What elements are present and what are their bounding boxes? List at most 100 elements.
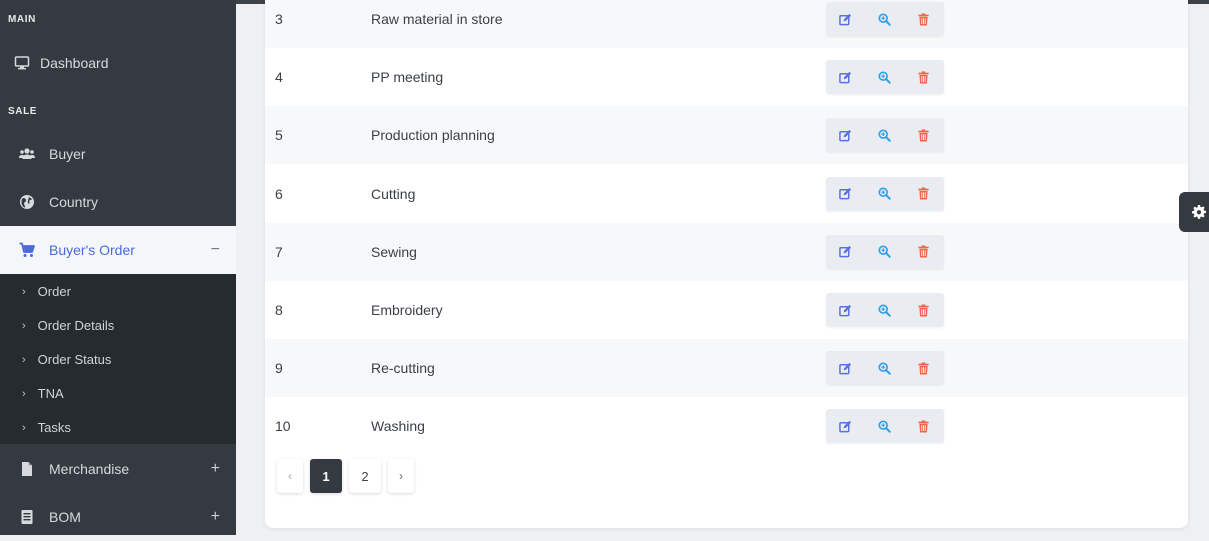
- task-name: PP meeting: [371, 69, 444, 86]
- row-actions: [826, 60, 944, 95]
- table-row: 10 Washing: [265, 397, 1188, 455]
- row-number: 7: [275, 243, 283, 260]
- table-row: 7 Sewing: [265, 222, 1188, 281]
- sidebar-item-merchandise[interactable]: Merchandise +: [0, 445, 236, 493]
- chevron-right-icon: ›: [22, 421, 26, 434]
- table-row: 3 Raw material in store: [265, 0, 1188, 48]
- view-button[interactable]: [865, 177, 904, 211]
- row-number: 10: [275, 418, 291, 435]
- zoom-in-icon: [878, 362, 891, 375]
- trash-icon: [917, 71, 930, 84]
- edit-button[interactable]: [826, 409, 865, 443]
- submenu-item-order[interactable]: › Order: [22, 284, 71, 299]
- edit-button[interactable]: [826, 60, 865, 94]
- row-number: 9: [275, 360, 283, 377]
- list-icon: [18, 508, 36, 526]
- view-button[interactable]: [865, 60, 904, 94]
- edit-icon: [839, 245, 852, 258]
- expand-icon[interactable]: +: [211, 460, 220, 478]
- delete-button[interactable]: [904, 60, 943, 94]
- row-number: 6: [275, 185, 283, 202]
- task-name: Washing: [371, 418, 425, 435]
- view-button[interactable]: [865, 118, 904, 152]
- edit-button[interactable]: [826, 293, 865, 327]
- task-table-card: 3 Raw material in store 4 PP meeting 5 Produc…: [265, 0, 1188, 528]
- delete-button[interactable]: [904, 118, 943, 152]
- sidebar-item-label: Country: [49, 194, 99, 210]
- trash-icon: [917, 12, 930, 26]
- table-row: 5 Production planning: [265, 106, 1188, 165]
- sidebar-item-buyers-order[interactable]: Buyer's Order −: [0, 226, 236, 274]
- task-name: Re-cutting: [371, 360, 435, 377]
- zoom-in-icon: [878, 187, 891, 200]
- table-row: 6 Cutting: [265, 165, 1188, 223]
- delete-button[interactable]: [904, 409, 943, 443]
- expand-icon[interactable]: +: [211, 508, 220, 526]
- delete-button[interactable]: [904, 2, 943, 36]
- trash-icon: [917, 420, 930, 433]
- row-actions: [826, 409, 944, 444]
- edit-button[interactable]: [826, 177, 865, 211]
- row-number: 8: [275, 302, 283, 318]
- task-name: Sewing: [371, 243, 417, 260]
- pagination: ‹ 1 2 ›: [277, 459, 421, 493]
- delete-button[interactable]: [904, 351, 943, 385]
- edit-button[interactable]: [826, 118, 865, 152]
- edit-icon: [839, 129, 852, 142]
- delete-button[interactable]: [904, 293, 943, 327]
- chevron-right-icon: ›: [22, 319, 26, 332]
- edit-icon: [839, 71, 852, 84]
- edit-icon: [839, 187, 852, 200]
- cart-icon: [18, 241, 36, 259]
- view-button[interactable]: [865, 293, 904, 327]
- view-button[interactable]: [865, 2, 904, 36]
- zoom-in-icon: [878, 12, 891, 26]
- edit-button[interactable]: [826, 351, 865, 385]
- sidebar-item-dashboard[interactable]: Dashboard: [0, 39, 236, 87]
- file-icon: [18, 460, 36, 478]
- submenu-item-order-details[interactable]: › Order Details: [22, 318, 114, 333]
- chevron-right-icon: ›: [22, 387, 26, 400]
- pagination-next-button[interactable]: ›: [388, 459, 414, 493]
- view-button[interactable]: [865, 351, 904, 385]
- delete-button[interactable]: [904, 177, 943, 211]
- submenu-item-order-status[interactable]: › Order Status: [22, 352, 111, 367]
- submenu-item-tasks[interactable]: › Tasks: [22, 420, 71, 435]
- submenu-item-label: TNA: [37, 386, 64, 401]
- section-main-label: MAIN: [8, 14, 36, 25]
- sidebar-item-label: Merchandise: [49, 461, 130, 477]
- sidebar-item-country[interactable]: Country: [0, 178, 236, 226]
- task-name: Raw material in store: [371, 11, 503, 27]
- submenu-item-label: Tasks: [37, 420, 71, 435]
- chevron-right-icon: ›: [22, 285, 26, 298]
- table-row: 9 Re-cutting: [265, 339, 1188, 398]
- table-row: 8 Embroidery: [265, 281, 1188, 339]
- edit-icon: [839, 13, 852, 26]
- collapse-icon[interactable]: −: [211, 241, 220, 259]
- zoom-in-icon: [878, 245, 891, 259]
- trash-icon: [917, 187, 930, 200]
- sidebar-item-buyer[interactable]: Buyer: [0, 130, 236, 178]
- row-number: 4: [275, 69, 283, 86]
- delete-button[interactable]: [904, 235, 943, 269]
- zoom-in-icon: [878, 129, 891, 142]
- view-button[interactable]: [865, 409, 904, 443]
- view-button[interactable]: [865, 235, 904, 269]
- row-number: 5: [275, 127, 283, 144]
- chevron-right-icon: ›: [22, 353, 26, 366]
- sidebar-item-bom[interactable]: BOM +: [0, 493, 236, 541]
- edit-icon: [839, 304, 852, 317]
- submenu-item-tna[interactable]: › TNA: [22, 386, 64, 401]
- edit-button[interactable]: [826, 235, 865, 269]
- edit-button[interactable]: [826, 2, 865, 36]
- pagination-page-2[interactable]: 2: [349, 459, 381, 493]
- gear-icon: [1179, 205, 1206, 219]
- pagination-prev-button[interactable]: ‹: [277, 459, 303, 493]
- zoom-in-icon: [878, 420, 891, 433]
- row-actions: [826, 234, 944, 269]
- pagination-page-1[interactable]: 1: [310, 459, 342, 493]
- settings-toggle-button[interactable]: [1179, 192, 1209, 232]
- trash-icon: [917, 245, 930, 258]
- section-sale-label: SALE: [8, 106, 38, 117]
- submenu-item-label: Order Status: [37, 352, 112, 367]
